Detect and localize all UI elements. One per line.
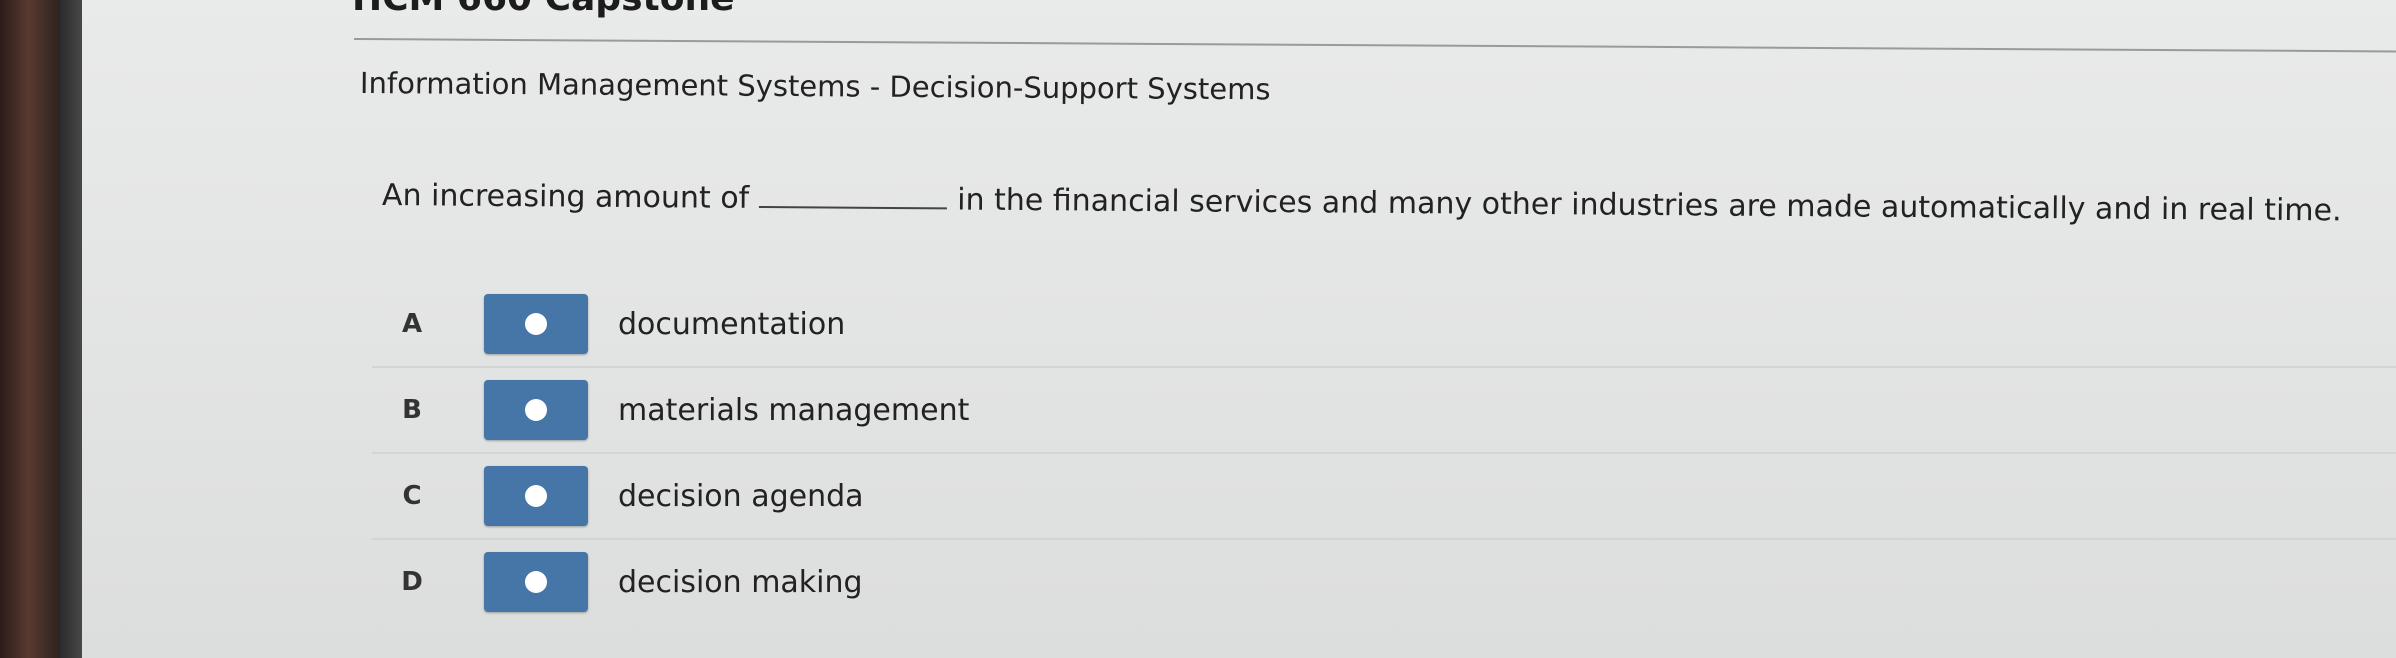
radio-dot-icon [525, 571, 547, 593]
option-letter: B [402, 395, 422, 425]
radio-dot-icon [525, 485, 547, 507]
answer-blank [759, 205, 948, 210]
question-text: An increasing amount of in the financial … [382, 178, 2342, 228]
question-text-after: in the financial services and many other… [957, 182, 2342, 229]
option-b[interactable]: B materials management [372, 366, 2396, 452]
radio-dot-icon [525, 313, 547, 335]
option-letter: A [401, 309, 423, 339]
answer-options: A documentation B materials management C… [372, 282, 2396, 624]
option-a[interactable]: A documentation [372, 282, 2396, 366]
course-title: HCM 660 Capstone [352, 0, 734, 19]
option-label: documentation [618, 306, 846, 342]
radio-button-c[interactable] [484, 466, 588, 526]
option-c[interactable]: C decision agenda [372, 452, 2396, 538]
header-divider [353, 38, 2396, 53]
quiz-screen: HCM 660 Capstone Information Management … [82, 0, 2396, 658]
question-text-before: An increasing amount of [381, 178, 750, 216]
option-label: decision making [618, 564, 863, 600]
option-label: decision agenda [618, 478, 864, 514]
radio-button-d[interactable] [484, 552, 588, 612]
option-d[interactable]: D decision making [372, 538, 2396, 624]
monitor-edge [60, 0, 84, 658]
option-label: materials management [618, 392, 970, 428]
radio-button-a[interactable] [484, 294, 588, 354]
option-letter: D [401, 567, 423, 597]
radio-button-b[interactable] [484, 380, 588, 440]
option-letter: C [402, 481, 422, 511]
radio-dot-icon [525, 399, 547, 421]
section-title: Information Management Systems - Decisio… [359, 66, 1271, 107]
